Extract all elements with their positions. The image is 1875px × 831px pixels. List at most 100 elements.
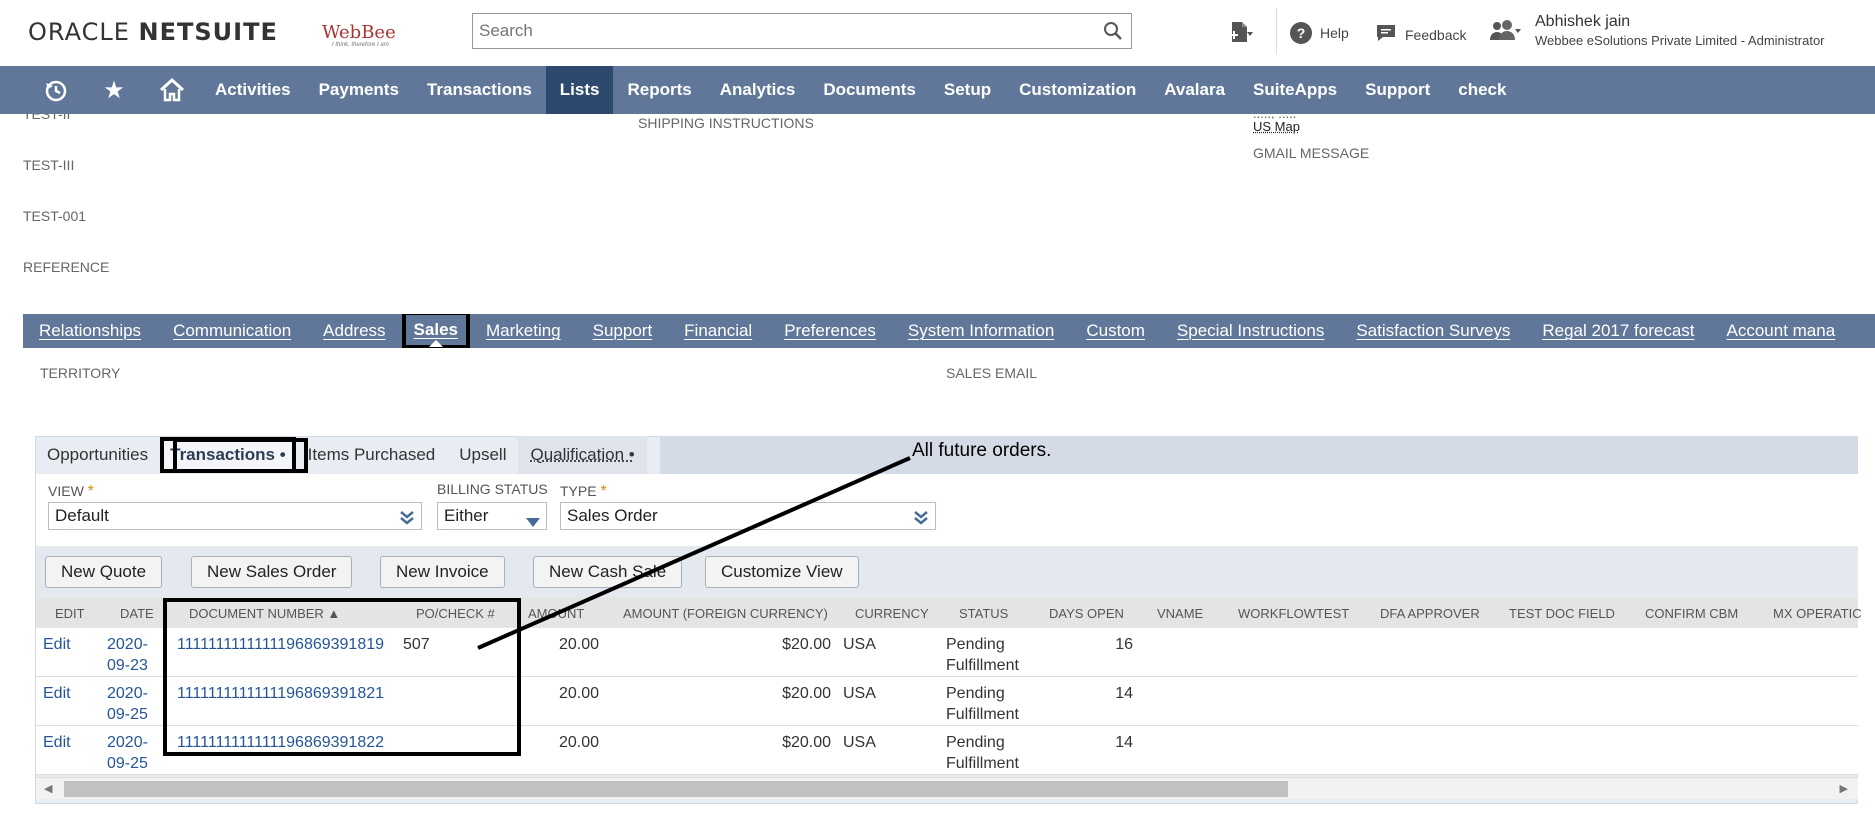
status-value: Pending Fulfillment — [946, 685, 1019, 723]
col-days-open[interactable]: DAYS OPEN — [1049, 606, 1124, 621]
tab-regal-2017-forecast[interactable]: Regal 2017 forecast — [1526, 314, 1710, 348]
view-select[interactable]: Default — [48, 502, 422, 530]
home-icon[interactable] — [143, 66, 201, 114]
col-date[interactable]: DATE — [120, 606, 154, 621]
new-invoice-button[interactable]: New Invoice — [380, 556, 505, 588]
edit-link[interactable]: Edit — [43, 634, 71, 655]
new-quote-button[interactable]: New Quote — [45, 556, 163, 588]
nav-check[interactable]: check — [1444, 66, 1520, 114]
tab-sales[interactable]: Sales — [401, 314, 470, 348]
table-row: Edit 2020- 09-23 111111111111119686939181… — [36, 628, 1858, 677]
nav-support[interactable]: Support — [1351, 66, 1444, 114]
tab-communication[interactable]: Communication — [157, 314, 307, 348]
days-open-value: 14 — [1115, 685, 1133, 702]
col-amount[interactable]: AMOUNT — [528, 606, 584, 621]
tab-address[interactable]: Address — [307, 314, 401, 348]
date-link[interactable]: 2020- 09-25 — [107, 732, 148, 774]
annotation-note: All future orders. — [912, 440, 1052, 461]
currency-value: USA — [843, 685, 876, 702]
nav-payments[interactable]: Payments — [305, 66, 413, 114]
billing-status-select[interactable]: Either — [437, 502, 547, 530]
new-record-icon — [1228, 20, 1256, 49]
nav-reports[interactable]: Reports — [613, 66, 705, 114]
nav-transactions[interactable]: Transactions — [413, 66, 546, 114]
customize-view-button[interactable]: Customize View — [705, 556, 859, 588]
search-input[interactable] — [473, 14, 1073, 48]
col-test-doc-field[interactable]: TEST DOC FIELD — [1509, 606, 1615, 621]
user-info[interactable]: Abhishek jain Webbee eSolutions Private … — [1535, 13, 1825, 48]
field-label-territory: TERRITORY — [40, 365, 121, 381]
company-logo: WebBee I think, therefore I am — [322, 22, 396, 48]
global-search[interactable] — [472, 13, 1132, 49]
shortcuts-star-icon[interactable]: ★ — [85, 66, 143, 114]
subtab-upsell[interactable]: Upsell — [447, 436, 518, 474]
col-mx-operation[interactable]: MX OPERATIC — [1773, 606, 1862, 621]
tab-system-information[interactable]: System Information — [892, 314, 1070, 348]
table-header: EDIT DATE DOCUMENT NUMBER ▲ PO/CHECK # A… — [36, 598, 1862, 628]
document-number-link[interactable]: 1111111111111196869391819 — [177, 634, 384, 655]
tab-account-management[interactable]: Account mana — [1711, 314, 1852, 348]
tab-financial[interactable]: Financial — [668, 314, 768, 348]
create-new-menu[interactable] — [1228, 20, 1256, 49]
edit-link[interactable]: Edit — [43, 732, 71, 753]
nav-customization[interactable]: Customization — [1005, 66, 1150, 114]
tab-preferences[interactable]: Preferences — [768, 314, 892, 348]
edit-link[interactable]: Edit — [43, 683, 71, 704]
col-amount-foreign[interactable]: AMOUNT (FOREIGN CURRENCY) — [623, 606, 828, 621]
horizontal-scrollbar[interactable]: ◀ ▶ — [36, 777, 1858, 799]
nav-documents[interactable]: Documents — [809, 66, 930, 114]
us-map-link[interactable]: US Map — [1253, 119, 1300, 134]
search-icon[interactable] — [1103, 21, 1123, 46]
tab-custom[interactable]: Custom — [1070, 314, 1161, 348]
feedback-link[interactable]: Feedback — [1375, 22, 1466, 47]
required-mark: * — [600, 483, 607, 500]
tab-support[interactable]: Support — [577, 314, 669, 348]
col-po-check[interactable]: PO/CHECK # — [416, 606, 495, 621]
help-link[interactable]: ? Help — [1290, 22, 1349, 44]
scroll-thumb[interactable] — [64, 781, 1288, 797]
date-link[interactable]: 2020- 09-25 — [107, 683, 148, 725]
nav-setup[interactable]: Setup — [930, 66, 1005, 114]
recent-records-icon[interactable] — [27, 66, 85, 114]
nav-analytics[interactable]: Analytics — [706, 66, 810, 114]
amount-foreign-value: $20.00 — [782, 734, 831, 751]
status-value: Pending Fulfillment — [946, 636, 1019, 674]
netsuite-logo[interactable]: ORACLE NETSUITE — [28, 18, 278, 46]
tab-marketing[interactable]: Marketing — [470, 314, 577, 348]
col-vname[interactable]: VNAME — [1157, 606, 1203, 621]
tab-special-instructions[interactable]: Special Instructions — [1161, 314, 1340, 348]
subtab-transactions[interactable]: Transactions • — [160, 437, 296, 473]
col-currency[interactable]: CURRENCY — [855, 606, 929, 621]
col-dfa-approver[interactable]: DFA APPROVER — [1380, 606, 1480, 621]
document-number-link[interactable]: 1111111111111196869391821 — [177, 683, 384, 704]
col-status[interactable]: STATUS — [959, 606, 1008, 621]
days-open-value: 14 — [1115, 734, 1133, 751]
nav-avalara[interactable]: Avalara — [1150, 66, 1239, 114]
tab-relationships[interactable]: Relationships — [23, 314, 157, 348]
tab-satisfaction-surveys[interactable]: Satisfaction Surveys — [1340, 314, 1526, 348]
date-link[interactable]: 2020- 09-23 — [107, 634, 148, 676]
scroll-right-icon[interactable]: ▶ — [1840, 782, 1848, 795]
document-number-link[interactable]: 1111111111111196869391822 — [177, 732, 384, 753]
col-edit[interactable]: EDIT — [55, 606, 85, 621]
transaction-filters: VIEW * Default BILLING STATUS Either TYP… — [36, 474, 1858, 546]
roles-menu[interactable] — [1488, 18, 1524, 47]
field-label-test-ii: TEST-II — [23, 114, 71, 122]
col-confirm-cbm[interactable]: CONFIRM CBM — [1645, 606, 1738, 621]
nav-lists[interactable]: Lists — [545, 66, 614, 114]
nav-suiteapps[interactable]: SuiteApps — [1239, 66, 1351, 114]
col-workflowtest[interactable]: WORKFLOWTEST — [1238, 606, 1349, 621]
nav-activities[interactable]: Activities — [201, 66, 305, 114]
table-row: Edit 2020- 09-25 111111111111119686939182… — [36, 677, 1858, 726]
record-subtab-bar: Relationships Communication Address Sale… — [23, 314, 1875, 348]
subtab-opportunities[interactable]: Opportunities — [35, 436, 160, 474]
type-select[interactable]: Sales Order — [560, 502, 936, 530]
amount-foreign-value: $20.00 — [782, 636, 831, 653]
subtab-items-purchased[interactable]: Items Purchased — [296, 436, 448, 474]
scroll-left-icon[interactable]: ◀ — [44, 782, 52, 795]
subtab-qualification[interactable]: Qualification • — [518, 436, 647, 474]
new-sales-order-button[interactable]: New Sales Order — [191, 556, 353, 588]
col-document-number[interactable]: DOCUMENT NUMBER ▲ — [189, 606, 340, 621]
billing-status-label: BILLING STATUS — [437, 481, 548, 497]
new-cash-sale-button[interactable]: New Cash Sale — [533, 556, 683, 588]
